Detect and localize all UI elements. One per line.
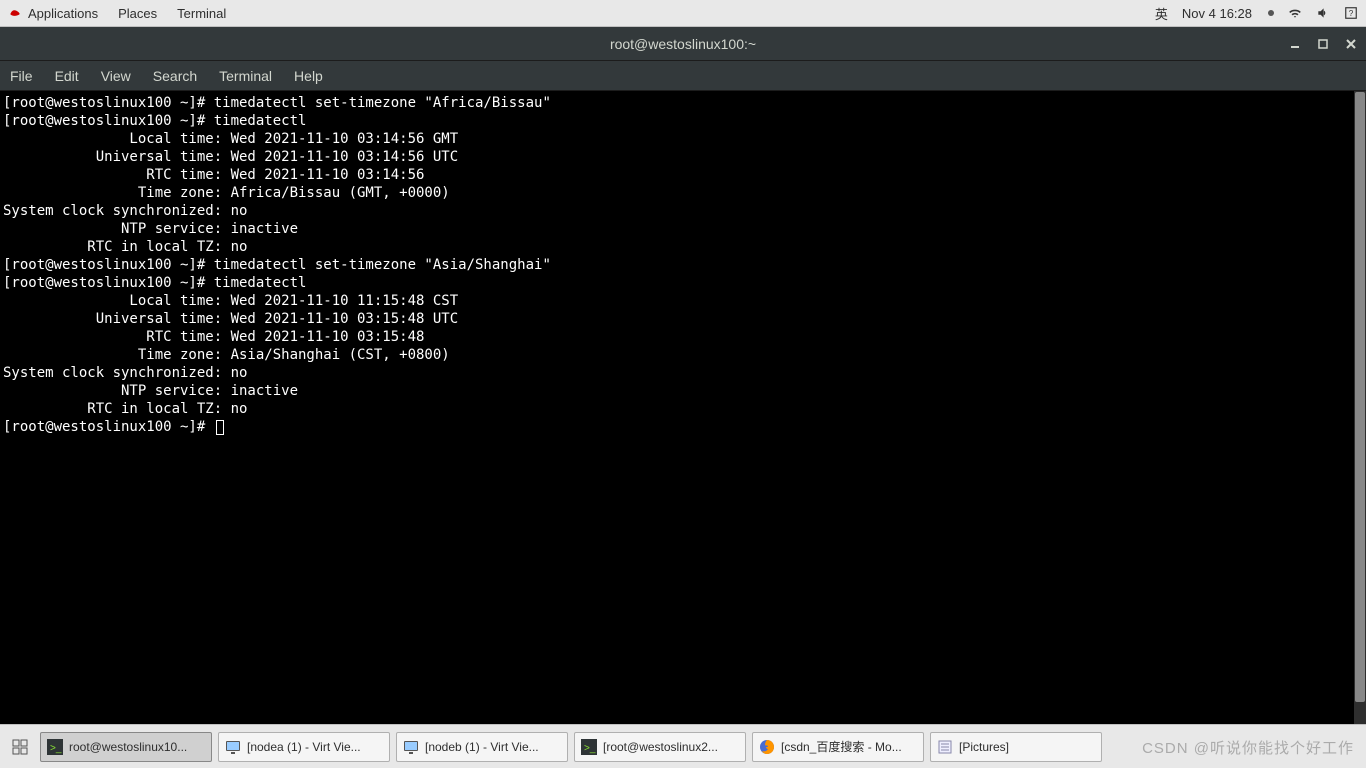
wifi-icon[interactable] bbox=[1288, 6, 1302, 20]
redhat-icon bbox=[8, 6, 22, 20]
taskbar: >_ root@westoslinux10... [nodea (1) - Virt… bbox=[0, 724, 1366, 768]
svg-text:>_: >_ bbox=[50, 743, 62, 754]
scrollbar[interactable] bbox=[1354, 91, 1366, 724]
taskbar-item[interactable]: [nodeb (1) - Virt Vie... bbox=[396, 732, 568, 762]
window-title: root@westoslinux100:~ bbox=[610, 36, 756, 52]
window-list-icon[interactable] bbox=[6, 733, 34, 761]
scrollbar-thumb[interactable] bbox=[1355, 92, 1365, 702]
terminal-menu[interactable]: Terminal bbox=[177, 6, 226, 21]
terminal-menubar: File Edit View Search Terminal Help bbox=[0, 61, 1366, 91]
status-dot-icon bbox=[1268, 10, 1274, 16]
menu-search[interactable]: Search bbox=[153, 68, 197, 84]
ime-indicator[interactable]: 英 bbox=[1155, 4, 1168, 23]
taskbar-item[interactable]: [Pictures] bbox=[930, 732, 1102, 762]
menu-edit[interactable]: Edit bbox=[55, 68, 79, 84]
taskbar-item[interactable]: >_ root@westoslinux10... bbox=[40, 732, 212, 762]
terminal-output[interactable]: [root@westoslinux100 ~]# timedatectl set… bbox=[0, 91, 1366, 724]
close-button[interactable] bbox=[1344, 37, 1358, 51]
volume-icon[interactable] bbox=[1316, 6, 1330, 20]
taskbar-item-label: [root@westoslinux2... bbox=[603, 740, 718, 754]
taskbar-item-label: [csdn_百度搜索 - Mo... bbox=[781, 738, 902, 755]
taskbar-item[interactable]: [csdn_百度搜索 - Mo... bbox=[752, 732, 924, 762]
taskbar-item-label: root@westoslinux10... bbox=[69, 740, 187, 754]
taskbar-item-label: [nodea (1) - Virt Vie... bbox=[247, 740, 361, 754]
window-titlebar[interactable]: root@westoslinux100:~ bbox=[0, 27, 1366, 61]
svg-text:>_: >_ bbox=[584, 743, 596, 754]
gnome-topbar: Applications Places Terminal 英 Nov 4 16:… bbox=[0, 0, 1366, 27]
menu-help[interactable]: Help bbox=[294, 68, 323, 84]
prompt: [root@westoslinux100 ~]# bbox=[3, 419, 214, 435]
applications-menu[interactable]: Applications bbox=[28, 6, 98, 21]
svg-text:?: ? bbox=[1349, 9, 1354, 18]
menu-view[interactable]: View bbox=[101, 68, 131, 84]
places-menu[interactable]: Places bbox=[118, 6, 157, 21]
taskbar-item[interactable]: [nodea (1) - Virt Vie... bbox=[218, 732, 390, 762]
menu-file[interactable]: File bbox=[10, 68, 33, 84]
menu-terminal[interactable]: Terminal bbox=[219, 68, 272, 84]
taskbar-item[interactable]: >_ [root@westoslinux2... bbox=[574, 732, 746, 762]
cursor-icon bbox=[216, 420, 224, 435]
taskbar-item-label: [Pictures] bbox=[959, 740, 1009, 754]
help-icon[interactable]: ? bbox=[1344, 6, 1358, 20]
maximize-button[interactable] bbox=[1316, 37, 1330, 51]
clock[interactable]: Nov 4 16:28 bbox=[1182, 6, 1252, 21]
minimize-button[interactable] bbox=[1288, 37, 1302, 51]
taskbar-item-label: [nodeb (1) - Virt Vie... bbox=[425, 740, 539, 754]
